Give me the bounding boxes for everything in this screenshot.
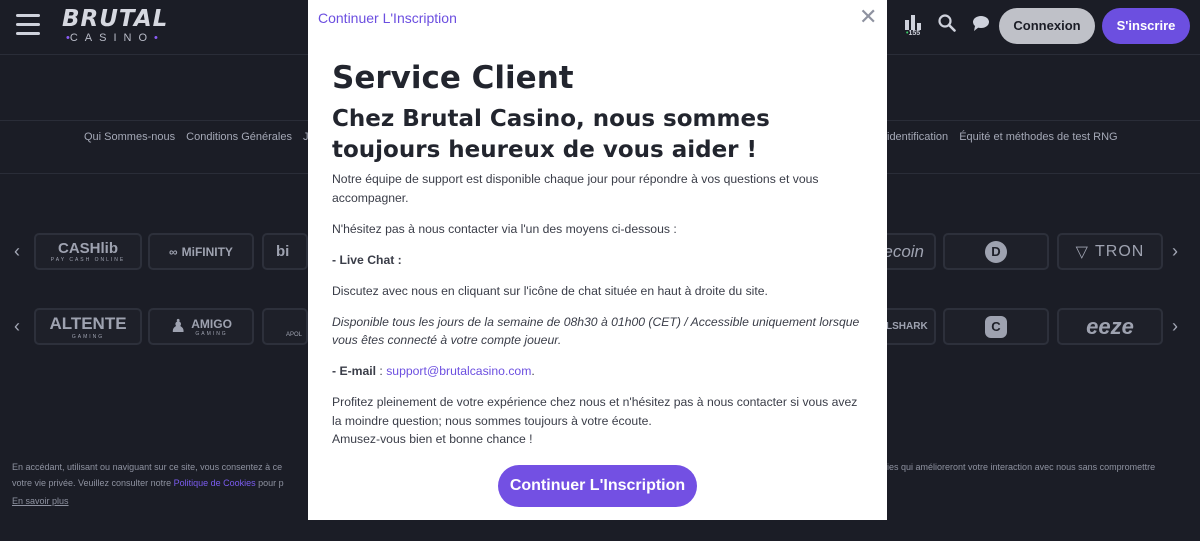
intro-text: Notre équipe de support est disponible c… [332,172,819,205]
close-icon[interactable]: ✕ [859,6,877,28]
link-identification[interactable]: identification [887,131,948,143]
search-icon[interactable] [938,14,958,36]
brutal-casino-logo[interactable]: BRUTAL •CASINO• [62,6,178,46]
modal-header-title: Continuer L'Inscription [318,10,457,26]
link-terms[interactable]: Conditions Générales [186,131,292,143]
payment-logo-dogecoin: D [943,233,1049,270]
cookie-text-line2: votre vie privée. Veuillez consulter not… [12,478,284,488]
contact-text: N'hésitez pas à nous contacter via l'un … [332,221,677,236]
provider-logo-c: C [943,308,1049,345]
logo-sub-text: •CASINO• [66,32,158,44]
signup-button[interactable]: S'inscrire [1102,8,1190,44]
logo-main-text: BRUTAL [62,6,169,32]
payment-logo-mifinity: ∞ MiFINITY [148,233,254,270]
live-chat-label: - Live Chat : [332,252,402,267]
chat-icon[interactable] [972,14,992,36]
login-button[interactable]: Connexion [999,8,1095,44]
modal-subtitle: Chez Brutal Casino, nous sommes toujours… [332,106,770,163]
live-chat-description: Discutez avec nous en cliquant sur l'icô… [332,283,768,298]
learn-more-link[interactable]: En savoir plus [12,496,69,506]
provider-logo-altente: ALTENTE GAMING [34,308,142,345]
stats-badge: •155 [906,30,921,37]
payment-logo-tron: ▽ TRON [1057,233,1163,270]
link-about[interactable]: Qui Sommes-nous [84,131,175,143]
payment-logo-eeze: eeze [1057,308,1163,345]
customer-service-modal: Continuer L'Inscription ✕ Service Client… [308,0,887,520]
chevron-right-icon[interactable]: › [1172,241,1178,262]
footer-links-right: identification Équité et méthodes de tes… [887,131,1126,143]
support-email-link[interactable]: support@brutalcasino.com [386,364,531,378]
chevron-left-icon[interactable]: ‹ [14,316,20,337]
provider-logo-amigo: ♟ AMIGO GAMING [148,308,254,345]
cookie-text-line1-right: ies qui amélioreront votre interaction a… [887,462,1156,472]
closing-text: Profitez pleinement de votre expérience … [332,395,858,428]
link-rng-fairness[interactable]: Équité et méthodes de test RNG [959,131,1117,143]
availability-text: Disponible tous les jours de la semaine … [332,314,860,348]
menu-icon[interactable] [16,14,40,36]
cookie-policy-link[interactable]: Politique de Cookies [174,478,256,488]
payment-logo-cashlib: CASHlib PAY CASH ONLINE [34,233,142,270]
payment-logo-bitcoin: bi [262,233,308,270]
chevron-right-icon[interactable]: › [1172,316,1178,337]
cookie-text-line1-left: En accédant, utilisant ou naviguant sur … [12,462,283,472]
continue-registration-button[interactable]: Continuer L'Inscription [498,465,697,507]
footer-links-left: Qui Sommes-nous Conditions Générales Jeu [84,131,329,143]
provider-logo-apollo: APOL [262,308,308,345]
email-line: - E-mail : support@brutalcasino.com. [332,364,535,378]
modal-content: Service Client Chez Brutal Casino, nous … [332,58,862,449]
chevron-left-icon[interactable]: ‹ [14,241,20,262]
good-luck-text: Amusez-vous bien et bonne chance ! [332,432,533,446]
modal-title: Service Client [332,60,574,96]
stats-icon[interactable]: •155 [904,14,924,37]
